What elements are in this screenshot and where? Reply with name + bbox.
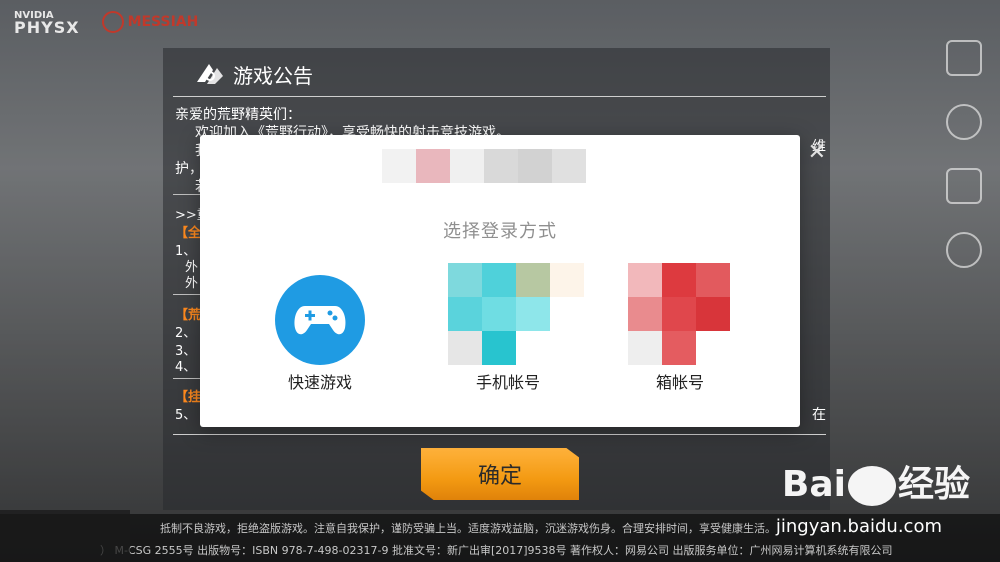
baidu-watermark: Bai 经验: [782, 455, 970, 507]
quick-play-option[interactable]: 快速游戏: [260, 275, 380, 392]
quick-play-label: 快速游戏: [287, 373, 352, 392]
footer-line: 抵制不良游戏，拒绝盗版游戏。注意自我保护，谨防受骗上当。适度游戏益脑，沉迷游戏伤…: [160, 522, 776, 535]
confirm-button[interactable]: 确定: [421, 448, 579, 500]
list-item: 5、: [175, 408, 197, 423]
paw-icon: [847, 466, 896, 506]
notice-greeting: 亲爱的荒野精英们：: [175, 107, 301, 123]
physx-logo: NVIDIA PHYSX: [14, 10, 80, 37]
login-method-subtitle: 选择登录方式: [443, 221, 557, 242]
footer-line: ） M-CSG 2555号 出版物号：ISBN 978-7-498-02317-…: [100, 544, 893, 557]
section-tag: 【荒: [175, 308, 202, 323]
section-divider: [173, 378, 203, 379]
phone-account-label: 手机帐号: [475, 373, 540, 392]
login-dialog: 选择登录方式 快速游戏 手机帐号 箱帐号: [200, 135, 800, 427]
list-item: 外: [185, 276, 199, 291]
mail-account-option[interactable]: 箱帐号: [620, 263, 740, 403]
settings-icon[interactable]: [946, 168, 982, 204]
list-item: 2、: [175, 326, 197, 341]
notice-line-end: 在: [812, 407, 826, 423]
notice-header: 游戏公告: [195, 60, 313, 89]
notice-divider: [173, 96, 826, 97]
messiah-mark-icon: [101, 11, 124, 33]
brand-logo-icon: [197, 63, 223, 84]
section-divider: [173, 294, 203, 295]
notice-title: 游戏公告: [233, 64, 313, 88]
close-icon[interactable]: ✕: [808, 140, 826, 165]
blurred-region: [0, 510, 130, 562]
account-icon[interactable]: [946, 40, 982, 76]
section-tag: 【全: [175, 226, 202, 241]
section-tag: 【挂: [175, 390, 202, 405]
physx-text: PHYSX: [14, 18, 80, 37]
watermark-url: jingyan.baidu.com: [775, 516, 942, 537]
watermark-text: Bai: [781, 464, 846, 505]
mail-account-label: 箱帐号: [655, 373, 704, 392]
phone-account-option[interactable]: 手机帐号: [448, 263, 584, 403]
watermark-text: 经验: [897, 464, 970, 505]
language-icon[interactable]: [946, 104, 982, 140]
gamepad-icon: [275, 275, 365, 365]
messiah-logo: MESSIAH: [101, 11, 199, 33]
app-logo-mosaic: [382, 149, 586, 183]
messiah-text: MESSIAH: [127, 14, 199, 30]
service-icon[interactable]: [946, 232, 982, 268]
side-icon-bar: [946, 40, 982, 268]
list-item: 4、: [175, 360, 197, 375]
notice-bottom-divider: [173, 434, 826, 435]
top-logos: NVIDIA PHYSX MESSIAH: [14, 10, 199, 37]
